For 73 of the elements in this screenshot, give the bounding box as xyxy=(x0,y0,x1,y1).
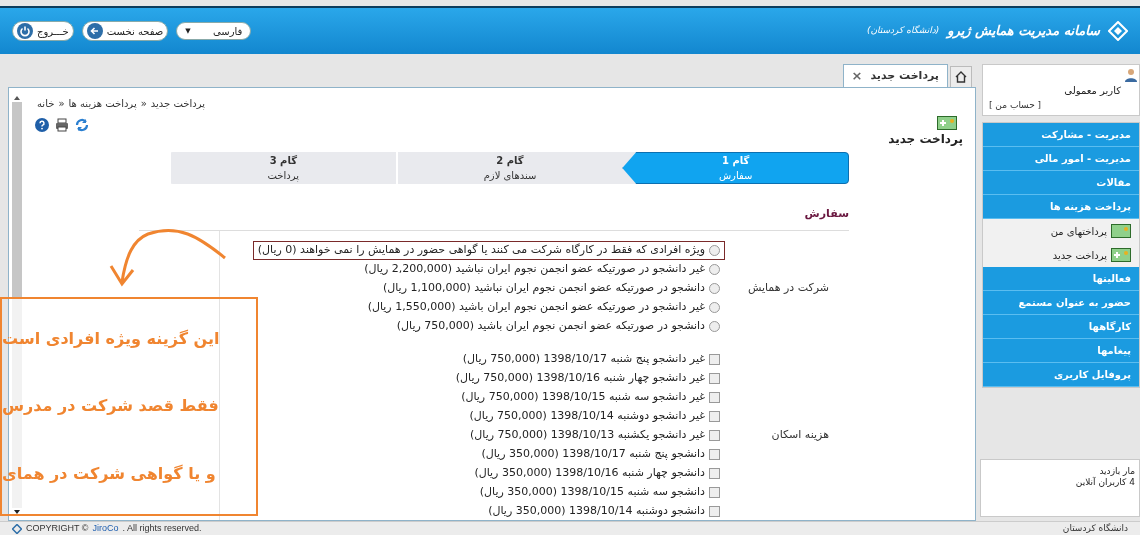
breadcrumb-separator: « xyxy=(58,97,65,111)
card-plus-icon xyxy=(937,116,957,130)
option-label: غیر دانشجو چهار شنبه 1398/10/16 (750,000 ریال) xyxy=(455,370,705,387)
step[interactable]: گام 3 پرداخت xyxy=(169,152,396,184)
option-label: غیر دانشجو در صورتیکه عضو انجمن نجوم ایران نباشید (2,200,000 ریال) xyxy=(364,261,705,278)
group-label: هزینه اسکان xyxy=(770,427,829,444)
annotation-text: و یا گواهی شرکت در همای xyxy=(2,463,216,486)
menu-item[interactable]: پرداختهای من xyxy=(983,219,1139,243)
print-icon[interactable] xyxy=(55,118,69,132)
checkbox[interactable] xyxy=(709,430,720,441)
option-label: غیر دانشجو سه شنبه 1398/10/15 (750,000 ریال) xyxy=(461,389,705,406)
annotation-text: این گزینه ویژه افرادی است xyxy=(2,327,220,350)
user-name: کاربر معمولی xyxy=(1064,84,1121,98)
help-icon[interactable] xyxy=(35,118,49,132)
rights-text: . All rights reserved. xyxy=(122,521,202,535)
logo-icon xyxy=(1108,21,1128,41)
checkbox[interactable] xyxy=(709,506,720,517)
option-label: دانشجو در صورتیکه عضو انجمن نجوم ایران نباشید (1,100,000 ریال) xyxy=(382,280,705,297)
card-icon xyxy=(1111,224,1131,238)
menu-item[interactable]: پرداخت جدید xyxy=(983,243,1139,267)
refresh-icon[interactable] xyxy=(75,118,89,132)
step[interactable]: گام 2 سندهای لازم xyxy=(395,152,623,184)
checkbox[interactable] xyxy=(709,354,720,365)
close-tab-button[interactable]: × xyxy=(851,66,863,86)
checkbox[interactable] xyxy=(709,411,720,422)
exit-button[interactable]: خـــروج xyxy=(12,21,74,41)
account-link[interactable]: [ حساب من ] xyxy=(989,99,1042,113)
checkbox[interactable] xyxy=(709,487,720,498)
card-plus-icon xyxy=(1111,248,1131,262)
logo-icon xyxy=(12,523,22,534)
home-button[interactable]: صفحه نخست xyxy=(81,21,169,41)
annotation-text: فقط قصد شرکت در مدرس xyxy=(2,395,219,418)
breadcrumb-link[interactable]: پرداخت جدید xyxy=(150,96,205,111)
option-label: غیر دانشجو دوشنبه 1398/10/14 (750,000 ریال) xyxy=(469,408,705,425)
option-label: غیر دانشجو در صورتیکه عضو انجمن نجوم ایران باشید (1,550,000 ریال) xyxy=(367,299,705,316)
option-label: دانشجو دوشنبه 1398/10/14 (350,000 ریال) xyxy=(488,503,705,520)
radio-button[interactable] xyxy=(709,302,720,313)
footer-university: دانشگاه کردستان xyxy=(1062,521,1128,535)
tab-label: پرداخت جدید xyxy=(870,67,939,84)
company-link[interactable]: JiroCo xyxy=(92,521,119,535)
page-title: پرداخت جدید xyxy=(888,131,963,148)
radio-button[interactable] xyxy=(709,283,720,294)
app-subtitle: (دانشگاه کردستان) xyxy=(867,24,940,38)
page-tab[interactable]: پرداخت جدید × xyxy=(842,64,948,88)
stats-text: مار بازدید xyxy=(1098,466,1136,477)
option-label: دانشجو پنج شنبه 1398/10/17 (350,000 ریال) xyxy=(481,446,705,463)
home-tab[interactable] xyxy=(950,66,972,88)
checkbox[interactable] xyxy=(709,468,720,479)
stats-text: 4 کاربران آنلاین xyxy=(1074,477,1136,488)
power-icon xyxy=(17,23,33,39)
option-label: دانشجو در صورتیکه عضو انجمن نجوم ایران باشید (750,000 ریال) xyxy=(396,318,705,335)
checkbox[interactable] xyxy=(709,449,720,460)
breadcrumb-link[interactable]: خانه xyxy=(37,96,55,111)
user-icon xyxy=(1125,68,1137,82)
home-icon xyxy=(955,71,967,83)
option-label: دانشجو سه شنبه 1398/10/15 (350,000 ریال) xyxy=(479,484,705,501)
app-title: سامانه مدیریت همایش ژیرو xyxy=(947,22,1100,41)
option-label: غیر دانشجو پنج شنبه 1398/10/17 (750,000 ریال) xyxy=(462,351,705,368)
option-label: دانشجو چهار شنبه 1398/10/16 (350,000 ریال) xyxy=(474,465,705,482)
section-title: سفارش xyxy=(804,207,849,220)
copyright-text: COPYRIGHT © xyxy=(26,521,89,535)
radio-button[interactable] xyxy=(709,321,720,332)
option-label: ویژه افرادی که فقط در کارگاه شرکت می کنند یا گواهی حضور در همایش را نمی خواهند (0 ریال) xyxy=(257,242,705,259)
option-label: غیر دانشجو یکشنبه 1398/10/13 (750,000 ریال) xyxy=(470,427,705,444)
scrollbar-thumb[interactable] xyxy=(12,102,22,297)
radio-button[interactable] xyxy=(709,264,720,275)
radio-button[interactable] xyxy=(709,245,720,256)
checkbox[interactable] xyxy=(709,373,720,384)
breadcrumb-separator: « xyxy=(140,97,147,111)
scroll-down-icon[interactable] xyxy=(14,510,20,514)
breadcrumb-link[interactable]: پرداخت هزینه ها xyxy=(68,96,137,111)
group-label: شرکت در همایش xyxy=(746,280,829,297)
checkbox[interactable] xyxy=(709,392,720,403)
